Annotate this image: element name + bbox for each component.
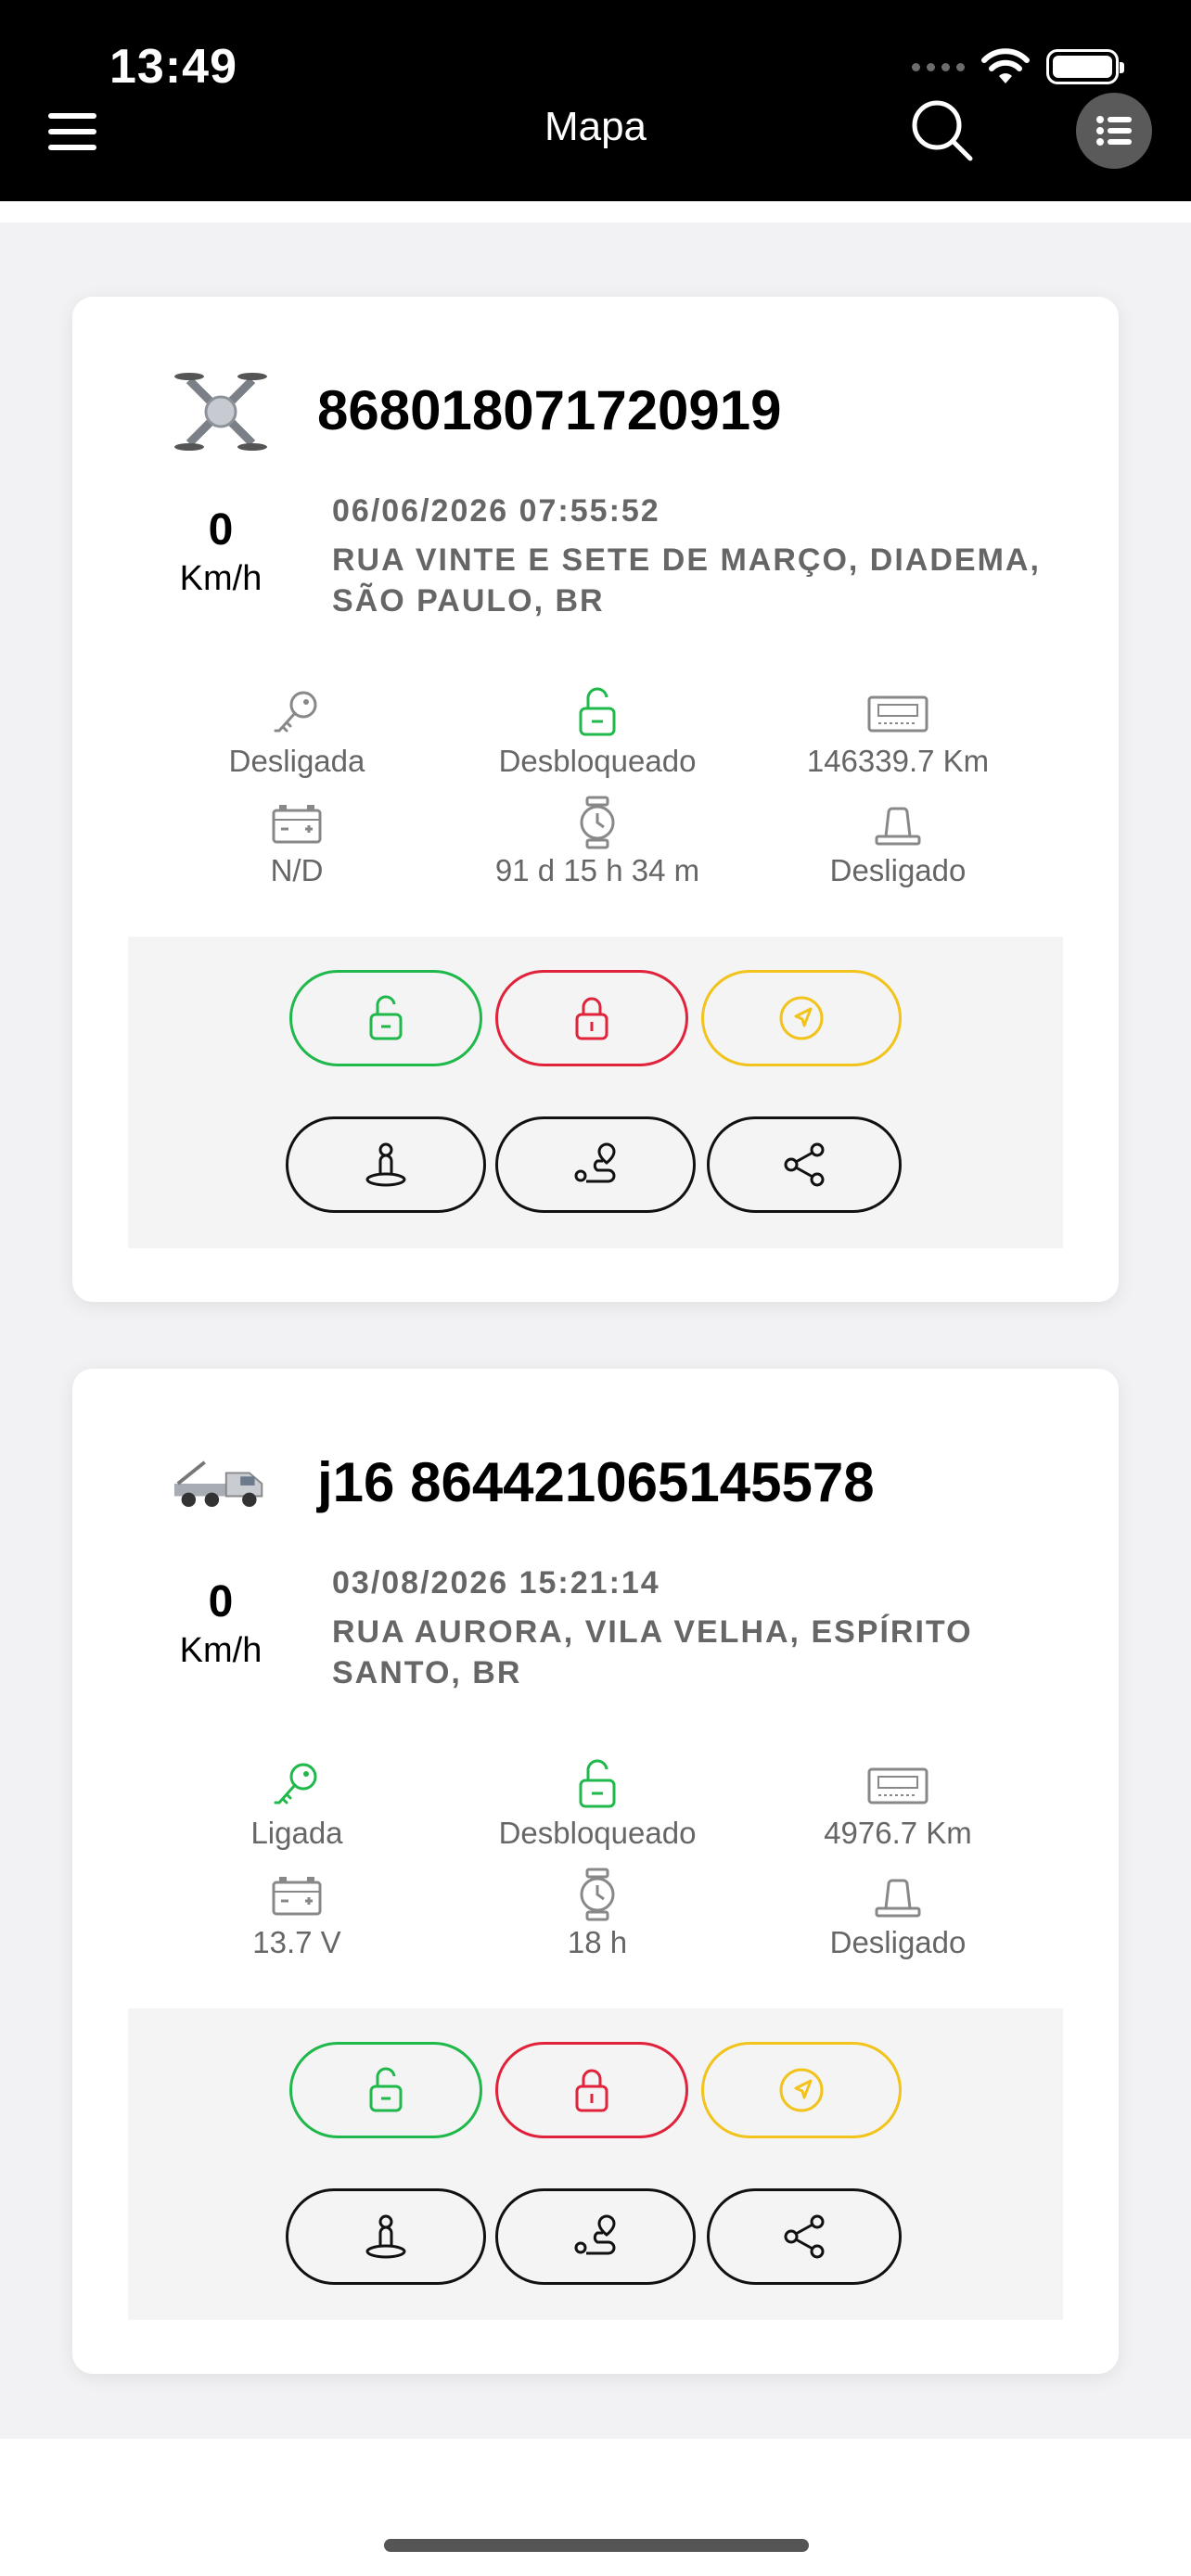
watch-icon [580,796,615,849]
last-update-datetime: 06/06/2026 07:55:52 [332,493,660,529]
lock-status: Desbloqueado [447,1758,748,1851]
lock-button[interactable] [495,2042,688,2138]
speed: 0 Km/h [145,1576,297,1671]
time-stopped: 18 h [447,1868,748,1960]
route-history-button[interactable] [495,2188,696,2285]
ignition-status: Desligada [147,686,447,779]
search-button[interactable] [909,97,976,164]
unlock-button[interactable] [289,970,482,1066]
vehicle-stats: Ligada Desbloqueado 4976.7 Km 13.7 V 18 … [147,1758,1048,1960]
vehicle-list: 868018071720919 0 Km/h 06/06/2026 07:55:… [0,223,1191,2439]
share-icon [784,1142,825,1187]
siren-icon [875,807,921,846]
navigation-icon [779,996,824,1040]
vehicle-stats: Desligada Desbloqueado 146339.7 Km N/D 9… [147,686,1048,888]
list-view-button[interactable] [1076,93,1152,169]
navigate-button[interactable] [701,970,902,1066]
key-icon [274,1763,317,1804]
action-panel [128,2009,1063,2320]
drone-icon [173,363,269,460]
odometer: 146339.7 Km [748,686,1048,779]
person-location-icon [365,1142,406,1187]
battery-voltage: 13.7 V [147,1868,447,1960]
siren-status: Desligado [748,1868,1048,1960]
lock-icon [575,2069,608,2112]
share-button[interactable] [707,1116,902,1213]
odometer-icon [867,1767,928,1804]
route-icon [574,2214,616,2255]
car-battery-icon [272,805,322,844]
action-panel [128,937,1063,1248]
person-location-icon [365,2214,406,2259]
navigate-button[interactable] [701,2042,902,2138]
time-stopped: 91 d 15 h 34 m [447,796,748,888]
siren-icon [875,1879,921,1918]
lock-status: Desbloqueado [447,686,748,779]
vehicle-card[interactable]: 868018071720919 0 Km/h 06/06/2026 07:55:… [72,297,1119,1302]
status-icons [912,48,1124,85]
siren-status: Desligado [748,796,1048,888]
tow-truck-icon [173,1435,269,1532]
speed: 0 Km/h [145,504,297,599]
watch-icon [580,1868,615,1921]
unlock-icon [369,2067,403,2112]
lock-icon [575,997,608,1040]
vehicle-name: 868018071720919 [317,379,782,441]
unlock-icon [579,1759,616,1808]
speed-unit: Km/h [179,559,263,598]
share-button[interactable] [707,2188,902,2285]
car-battery-icon [272,1877,322,1916]
address: RUA AURORA, VILA VELHA, ESPÍRITO SANTO, … [332,1614,973,1690]
top-bar: 13:49 Mapa [0,0,1191,201]
route-history-button[interactable] [495,1116,696,1213]
cellular-signal-icon [912,62,965,71]
speed-value: 0 [208,1577,234,1626]
vehicle-name: j16 864421065145578 [317,1451,875,1513]
unlock-button[interactable] [289,2042,482,2138]
status-time: 13:49 [109,40,237,94]
list-icon [1096,116,1132,146]
home-indicator[interactable] [384,2539,809,2552]
key-icon [274,691,317,733]
last-update-datetime: 03/08/2026 15:21:14 [332,1565,660,1600]
ignition-status: Ligada [147,1758,447,1851]
search-icon [912,100,973,161]
street-view-button[interactable] [286,2188,486,2285]
navigation-icon [779,2068,824,2112]
lock-button[interactable] [495,970,688,1066]
wifi-icon [981,48,1030,83]
battery-icon [1046,49,1124,84]
route-icon [574,1142,616,1183]
battery-voltage: N/D [147,796,447,888]
share-icon [784,2214,825,2259]
odometer-icon [867,695,928,733]
unlock-icon [369,995,403,1040]
vehicle-card[interactable]: j16 864421065145578 0 Km/h 03/08/2026 15… [72,1369,1119,2374]
page-title: Mapa [544,104,647,149]
speed-value: 0 [208,505,234,555]
speed-unit: Km/h [179,1631,263,1670]
address: RUA VINTE E SETE DE MARÇO, DIADEMA, SÃO … [332,542,1041,618]
odometer: 4976.7 Km [748,1758,1048,1851]
street-view-button[interactable] [286,1116,486,1213]
unlock-icon [579,687,616,736]
